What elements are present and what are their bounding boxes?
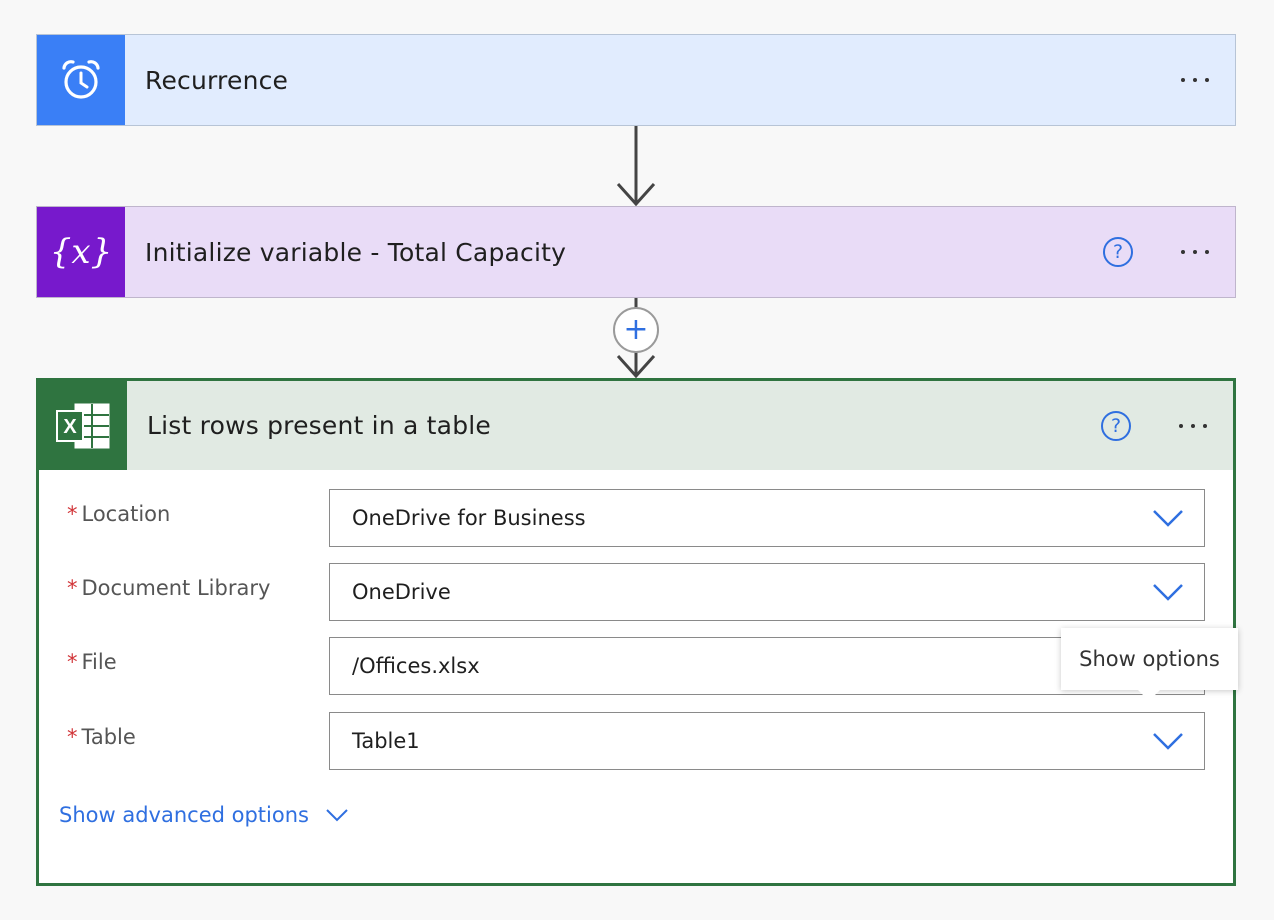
tooltip-pointer xyxy=(1137,689,1161,701)
help-icon[interactable]: ? xyxy=(1103,237,1133,267)
location-dropdown[interactable]: OneDrive for Business xyxy=(329,489,1205,547)
chevron-down-icon[interactable] xyxy=(1152,583,1184,601)
location-label: * Location xyxy=(67,502,171,526)
plus-icon: + xyxy=(623,312,649,347)
document-library-dropdown[interactable]: OneDrive xyxy=(329,563,1205,621)
document-library-label: * Document Library xyxy=(67,576,271,600)
recurrence-step-card[interactable]: Recurrence xyxy=(36,34,1236,126)
document-library-value: OneDrive xyxy=(352,580,451,604)
add-step-button[interactable]: + xyxy=(613,307,659,353)
location-value: OneDrive for Business xyxy=(352,506,586,530)
show-options-tooltip: Show options xyxy=(1061,628,1238,701)
alarm-clock-icon xyxy=(37,35,125,125)
initialize-variable-step-card[interactable]: {x} Initialize variable - Total Capacity… xyxy=(36,206,1236,298)
table-dropdown[interactable]: Table1 xyxy=(329,712,1205,770)
table-label: * Table xyxy=(67,725,136,749)
list-rows-step-card[interactable]: X List rows present in a table ? * Locati… xyxy=(36,378,1236,886)
file-label: * File xyxy=(67,650,117,674)
help-icon[interactable]: ? xyxy=(1101,410,1131,441)
more-options-icon[interactable] xyxy=(1181,250,1209,254)
more-options-icon[interactable] xyxy=(1179,423,1207,428)
chevron-down-icon[interactable] xyxy=(1152,509,1184,527)
step-header[interactable]: X List rows present in a table ? xyxy=(39,381,1233,470)
chevron-down-icon xyxy=(326,809,348,822)
show-advanced-options-link[interactable]: Show advanced options xyxy=(59,803,349,827)
variable-braces-icon: {x} xyxy=(37,207,125,297)
svg-text:X: X xyxy=(63,416,77,438)
connector-arrow xyxy=(616,126,656,207)
step-title: List rows present in a table xyxy=(147,411,491,440)
table-value: Table1 xyxy=(352,729,420,753)
step-title: Recurrence xyxy=(145,65,289,95)
chevron-down-icon[interactable] xyxy=(1152,732,1184,750)
step-title: Initialize variable - Total Capacity xyxy=(145,237,567,267)
more-options-icon[interactable] xyxy=(1181,78,1209,82)
excel-icon: X xyxy=(39,381,127,470)
